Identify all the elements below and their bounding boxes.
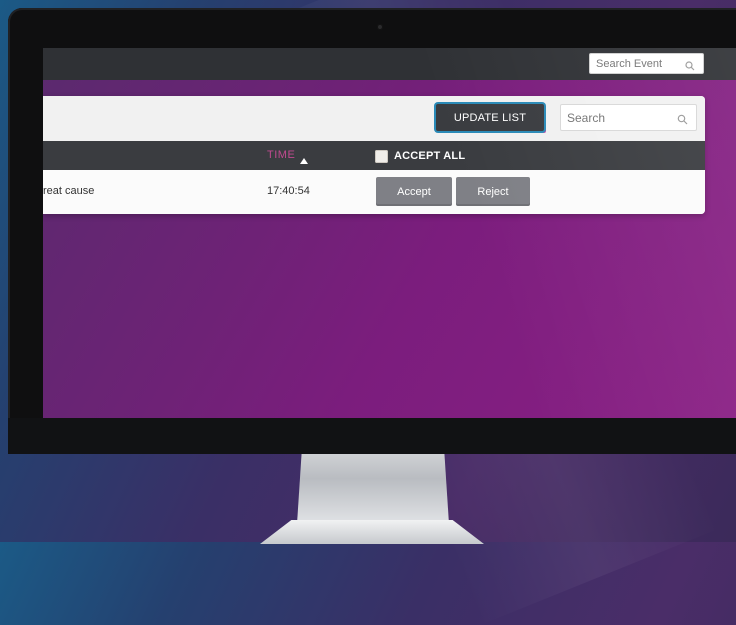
events-panel: UPDATE LIST TIME: [43, 96, 705, 214]
monitor-chin: [8, 418, 736, 454]
table-row: reat cause 17:40:54 Accept Reject: [43, 170, 705, 214]
monitor-stand-neck: [297, 454, 449, 524]
reject-button[interactable]: Reject: [456, 177, 530, 206]
event-cause-text: reat cause: [43, 185, 95, 197]
search-icon[interactable]: [685, 58, 695, 76]
sort-up-icon[interactable]: [300, 151, 308, 169]
panel-toolbar: UPDATE LIST: [43, 96, 705, 141]
monitor-bezel: UPDATE LIST TIME: [8, 8, 736, 454]
event-time-text: 17:40:54: [267, 185, 310, 197]
list-search-field[interactable]: [560, 104, 697, 131]
monitor-stand-base: [260, 520, 484, 544]
accept-all-checkbox[interactable]: [375, 149, 388, 163]
screen: UPDATE LIST TIME: [43, 48, 736, 426]
update-list-button[interactable]: UPDATE LIST: [436, 104, 544, 131]
search-icon[interactable]: [677, 112, 688, 130]
event-search-input[interactable]: [590, 54, 686, 74]
list-search-input[interactable]: [561, 105, 677, 130]
table-header: TIME ACCEPT ALL: [43, 141, 705, 170]
time-column-header[interactable]: TIME: [267, 149, 295, 161]
event-search-field[interactable]: [589, 53, 704, 74]
accept-button[interactable]: Accept: [376, 177, 452, 206]
accept-all-label: ACCEPT ALL: [394, 150, 466, 162]
camera-icon: [377, 24, 383, 30]
accept-all-control[interactable]: ACCEPT ALL: [375, 147, 465, 165]
top-bar: [43, 48, 736, 80]
